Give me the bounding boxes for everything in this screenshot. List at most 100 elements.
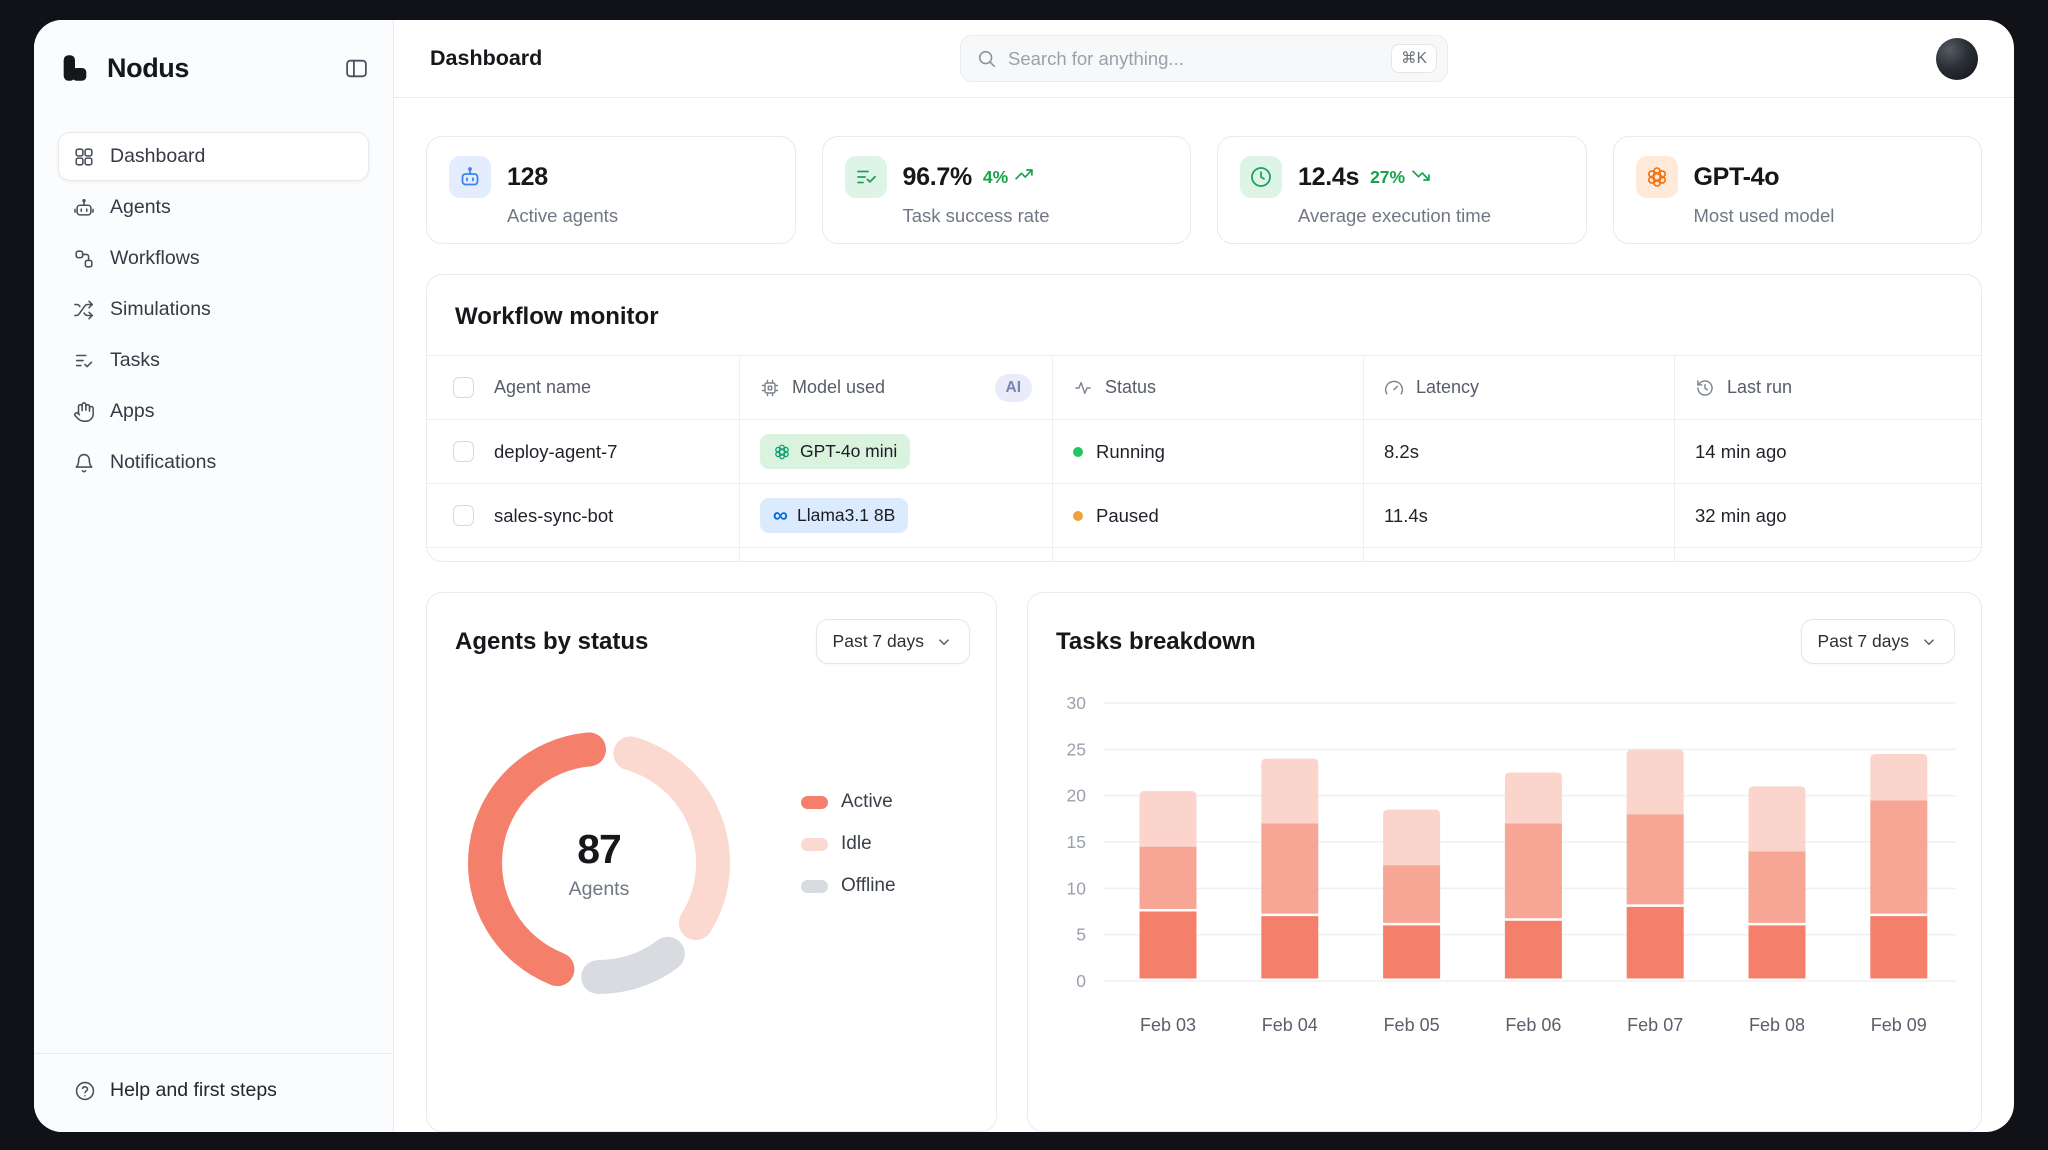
search-input[interactable]: Search for anything... ⌘K (960, 35, 1448, 82)
stat-label: Task success rate (902, 205, 1050, 226)
svg-text:15: 15 (1067, 832, 1086, 852)
sidebar-item-label: Workflows (110, 247, 200, 269)
avatar[interactable] (1936, 37, 1978, 80)
hand-icon (73, 401, 95, 423)
history-icon (1695, 378, 1715, 398)
stat-card-active-agents: 128 Active agents (426, 136, 796, 244)
bot-icon (449, 156, 491, 198)
help-label: Help and first steps (110, 1079, 277, 1101)
stacked-bar-chart: 0 5 10 15 20 25 30 Feb 03 Feb 04 Feb 05 Feb 06 Feb … (1067, 693, 1956, 1035)
activity-icon (1073, 378, 1093, 398)
svg-text:Feb 05: Feb 05 (1384, 1015, 1440, 1035)
search-icon (976, 48, 997, 69)
sidebar-item-label: Agents (110, 196, 171, 218)
agent-name: deploy-agent-7 (494, 440, 618, 462)
model-badge: GPT-4o mini (760, 434, 911, 469)
status-dot (1073, 510, 1083, 521)
status-label: Paused (1096, 504, 1159, 526)
legend-label: Offline (841, 875, 896, 896)
row-checkbox[interactable] (453, 441, 474, 462)
app-name: Nodus (107, 52, 189, 83)
select-all-checkbox[interactable] (453, 377, 474, 398)
sidebar-toggle-icon[interactable] (344, 56, 369, 81)
last-run-value: 14 min ago (1695, 440, 1787, 462)
latency-value: 11.4s (1384, 504, 1428, 526)
status-label: Running (1096, 440, 1165, 462)
stat-value: 128 (507, 162, 548, 191)
list-check-icon (73, 350, 95, 372)
legend-item: Idle (801, 833, 896, 855)
agent-name: sales-sync-bot (494, 504, 614, 526)
trending-down-icon (1411, 165, 1431, 190)
svg-text:5: 5 (1076, 925, 1086, 945)
sidebar-item-label: Dashboard (110, 145, 206, 167)
table-row[interactable]: social-marketing ∞ Llama3.1 70B Running … (427, 547, 1981, 561)
sidebar-nav: Dashboard Agents Workflows Simulations T… (58, 132, 369, 487)
gauge-icon (1384, 378, 1404, 398)
sidebar-item-label: Tasks (110, 349, 160, 371)
sidebar-item-agents[interactable]: Agents (58, 183, 369, 232)
page-title: Dashboard (430, 46, 543, 70)
donut-segment-offline (581, 936, 685, 994)
ai-badge: AI (994, 373, 1032, 402)
svg-text:25: 25 (1067, 739, 1086, 759)
agents-by-status-card: Agents by status Past 7 days 87 Agents A… (426, 592, 997, 1132)
legend-item: Offline (801, 875, 896, 897)
help-link[interactable]: Help and first steps (34, 1053, 393, 1132)
sidebar-item-apps[interactable]: Apps (58, 387, 369, 436)
stat-card-execution-time: 12.4s 27% Average execution time (1217, 136, 1587, 244)
stat-label: Active agents (507, 205, 619, 226)
panel-title: Workflow monitor (455, 303, 659, 330)
bell-icon (73, 452, 95, 474)
meta-logo-icon: ∞ (773, 504, 788, 527)
svg-text:0: 0 (1076, 971, 1086, 991)
svg-text:Feb 07: Feb 07 (1627, 1015, 1683, 1035)
stat-value: 12.4s (1298, 162, 1360, 191)
sidebar: Nodus Dashboard Agents Workflows Simulat… (34, 20, 394, 1132)
sidebar-item-workflows[interactable]: Workflows (58, 234, 369, 283)
donut-segment-active (468, 732, 607, 987)
svg-text:Feb 04: Feb 04 (1262, 1015, 1318, 1035)
column-header-agent: Agent name (494, 377, 592, 397)
chart-legend: Active Idle Offline (801, 791, 896, 897)
last-run-value: 32 min ago (1695, 504, 1787, 526)
openai-icon (1635, 156, 1678, 198)
nodus-logo-icon (58, 50, 94, 86)
table-row[interactable]: sales-sync-bot ∞ Llama3.1 8B Paused 11.4… (427, 483, 1981, 547)
chevron-down-icon (1920, 633, 1938, 651)
date-range-dropdown[interactable]: Past 7 days (1800, 619, 1955, 664)
sidebar-item-label: Apps (110, 400, 155, 422)
svg-text:30: 30 (1067, 693, 1087, 713)
stats-row: 128 Active agents 96.7% 4% Task success … (426, 136, 1982, 244)
shuffle-icon (73, 299, 95, 321)
svg-text:Feb 09: Feb 09 (1871, 1015, 1927, 1035)
search-shortcut-badge: ⌘K (1391, 44, 1437, 73)
row-checkbox[interactable] (453, 505, 474, 526)
sidebar-item-notifications[interactable]: Notifications (58, 438, 369, 487)
column-header-model: Model used (792, 377, 886, 397)
stat-delta: 4% (983, 165, 1034, 190)
sidebar-item-simulations[interactable]: Simulations (58, 285, 369, 334)
dashboard-content: 128 Active agents 96.7% 4% Task success … (394, 98, 2014, 1132)
workflow-icon (73, 248, 95, 270)
svg-text:Feb 08: Feb 08 (1749, 1015, 1805, 1035)
charts-row: Agents by status Past 7 days 87 Agents A… (426, 592, 1982, 1132)
svg-text:20: 20 (1067, 786, 1087, 806)
sidebar-item-tasks[interactable]: Tasks (58, 336, 369, 385)
workflow-monitor-panel: Workflow monitor Agent name Model used A… (426, 274, 1982, 562)
table-row[interactable]: deploy-agent-7 GPT-4o mini Running 8.2s … (427, 419, 1981, 483)
trending-up-icon (1014, 165, 1034, 190)
legend-swatch (801, 879, 828, 893)
sidebar-item-dashboard[interactable]: Dashboard (58, 132, 369, 181)
tasks-breakdown-card: Tasks breakdown Past 7 days 0 5 10 15 20 25 30… (1027, 592, 1982, 1132)
column-header-status: Status (1105, 377, 1157, 397)
checklist-icon (844, 156, 887, 198)
dashboard-icon (73, 146, 95, 168)
stat-card-most-used-model: GPT-4o Most used model (1612, 136, 1982, 244)
column-header-last-run: Last run (1727, 377, 1793, 397)
date-range-dropdown[interactable]: Past 7 days (815, 619, 970, 664)
main-area: Dashboard Search for anything... ⌘K 128 … (394, 20, 2014, 1132)
openai-logo-icon (773, 443, 791, 461)
logo-row: Nodus (58, 20, 369, 116)
svg-text:Feb 03: Feb 03 (1140, 1015, 1196, 1035)
